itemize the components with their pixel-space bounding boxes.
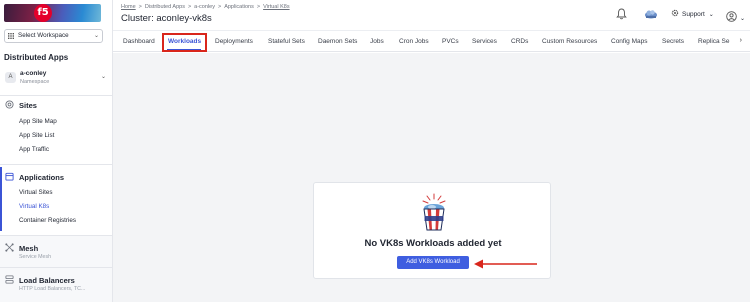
- grid-icon: [8, 33, 14, 39]
- breadcrumb-separator: >: [138, 4, 142, 10]
- namespace-label: Namespace: [20, 79, 50, 85]
- chevron-down-icon: ⌄: [93, 33, 99, 39]
- section-applications-label: Applications: [19, 173, 65, 182]
- user-menu[interactable]: ⌄: [726, 7, 745, 25]
- mesh-icon: [5, 243, 14, 252]
- sidebar-item-app-site-list[interactable]: App Site List: [19, 132, 54, 139]
- sidebar-item-virtual-k8s[interactable]: Virtual K8s: [19, 203, 49, 210]
- sidebar-item-app-traffic[interactable]: App Traffic: [19, 146, 49, 153]
- tab-cron-jobs[interactable]: Cron Jobs: [399, 38, 429, 45]
- tab-custom-resources[interactable]: Custom Resources: [542, 38, 597, 45]
- tab-crds[interactable]: CRDs: [511, 38, 528, 45]
- empty-state-title: No VK8s Workloads added yet: [364, 238, 502, 249]
- tab-config-maps[interactable]: Config Maps: [611, 38, 648, 45]
- tab-daemon-sets[interactable]: Daemon Sets: [318, 38, 357, 45]
- page-header: Home > Distributed Apps > a-conley > Applicati…: [113, 0, 750, 31]
- cloud-avatar-icon[interactable]: [644, 8, 658, 20]
- namespace-selector[interactable]: A a-conley Namespace ⌄: [2, 68, 109, 92]
- divider: [0, 235, 112, 236]
- f5-logo-banner[interactable]: f5: [4, 4, 101, 22]
- popcorn-bucket-icon: [422, 193, 446, 231]
- tab-services[interactable]: Services: [472, 38, 497, 45]
- chevron-down-icon: ⌄: [708, 12, 714, 18]
- globe-icon: [5, 100, 14, 109]
- tab-dashboard[interactable]: Dashboard: [123, 38, 155, 45]
- page-title: Cluster: aconley-vk8s: [121, 13, 212, 24]
- sidebar: f5 Select Workspace ⌄ Distributed Apps A…: [0, 0, 113, 302]
- tab-jobs[interactable]: Jobs: [370, 38, 384, 45]
- tab-pvcs[interactable]: PVCs: [442, 38, 459, 45]
- tab-stateful-sets[interactable]: Stateful Sets: [268, 38, 305, 45]
- section-mesh[interactable]: Mesh: [5, 243, 38, 253]
- divider: [0, 164, 112, 165]
- chevron-right-icon[interactable]: ›: [740, 37, 742, 44]
- sidebar-item-app-site-map[interactable]: App Site Map: [19, 118, 57, 125]
- add-vk8s-workload-button[interactable]: Add VK8s Workload: [397, 256, 469, 269]
- workspace-select-label: Select Workspace: [18, 32, 69, 39]
- breadcrumb-distributed-apps[interactable]: Distributed Apps: [145, 4, 185, 10]
- tab-deployments[interactable]: Deployments: [215, 38, 253, 45]
- section-applications[interactable]: Applications: [5, 172, 64, 182]
- tab-bar: Dashboard Workloads Deployments Stateful…: [113, 32, 750, 52]
- breadcrumb-separator: >: [256, 4, 261, 10]
- sidebar-item-virtual-sites[interactable]: Virtual Sites: [19, 189, 52, 196]
- support-menu[interactable]: Support ⌄: [671, 9, 714, 18]
- section-mesh-label: Mesh: [19, 244, 39, 253]
- breadcrumb-separator: >: [217, 4, 222, 10]
- section-mesh-subtitle: Service Mesh: [19, 254, 52, 260]
- annotation-arrow: [474, 259, 537, 269]
- breadcrumb-separator: >: [187, 4, 192, 10]
- chevron-down-icon: ⌄: [100, 74, 106, 80]
- bell-icon[interactable]: [616, 8, 627, 20]
- tab-secrets[interactable]: Secrets: [662, 38, 684, 45]
- divider: [0, 95, 112, 96]
- active-section-indicator: [0, 167, 2, 231]
- sidebar-item-container-registries[interactable]: Container Registries: [19, 217, 76, 224]
- load-balancer-icon: [5, 275, 14, 284]
- tab-replica-sets[interactable]: Replica Se: [698, 38, 736, 45]
- support-label: Support: [682, 11, 705, 18]
- divider: [0, 267, 112, 268]
- section-load-balancers[interactable]: Load Balancers: [5, 275, 75, 285]
- section-load-balancers-label: Load Balancers: [19, 276, 75, 285]
- section-sites[interactable]: Sites: [5, 100, 37, 110]
- workspace-select[interactable]: Select Workspace ⌄: [4, 29, 103, 43]
- sidebar-title: Distributed Apps: [4, 53, 69, 62]
- section-sites-label: Sites: [19, 101, 37, 110]
- gear-icon: [671, 9, 679, 17]
- breadcrumb-applications[interactable]: Applications: [224, 4, 254, 10]
- calendar-icon: [5, 172, 14, 181]
- f5-logo: f5: [34, 4, 52, 22]
- namespace-name: a-conley: [20, 70, 47, 77]
- namespace-avatar: A: [5, 72, 16, 83]
- chevron-down-icon: ⌄: [740, 16, 746, 22]
- main-content: No VK8s Workloads added yet Add VK8s Wor…: [113, 53, 750, 302]
- section-load-balancers-subtitle: HTTP Load Balancers, TC...: [19, 286, 86, 292]
- breadcrumb: Home > Distributed Apps > a-conley > Applicati…: [121, 4, 290, 10]
- breadcrumb-namespace[interactable]: a-conley: [194, 4, 215, 10]
- annotation-highlight-box: [162, 33, 207, 52]
- breadcrumb-home[interactable]: Home: [121, 4, 136, 10]
- user-icon: [726, 11, 737, 22]
- breadcrumb-virtual-k8s[interactable]: Virtual K8s: [263, 4, 290, 10]
